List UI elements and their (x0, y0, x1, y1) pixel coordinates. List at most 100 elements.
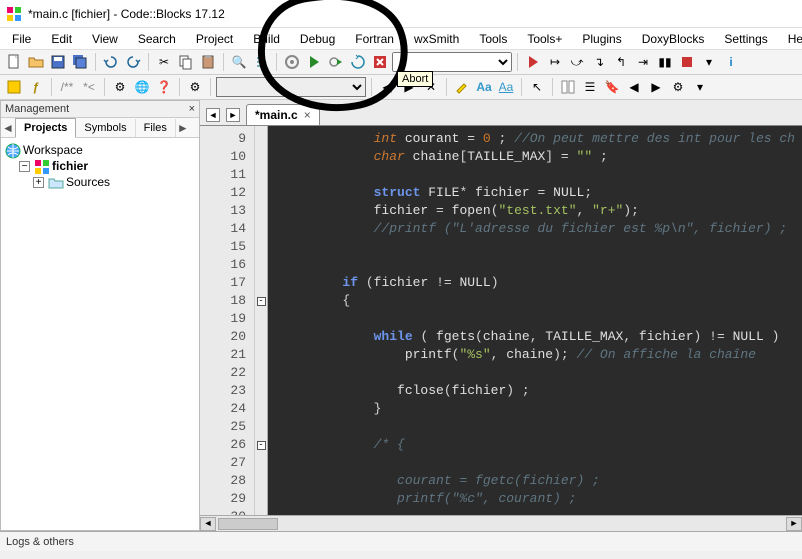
save-all-icon[interactable] (70, 52, 90, 72)
collapse-icon[interactable]: − (19, 161, 30, 172)
code-line[interactable]: /* { (280, 436, 802, 454)
code-line[interactable] (280, 454, 802, 472)
code-line[interactable]: int courant = 0 ; //On peut mettre des i… (280, 130, 802, 148)
more-icon[interactable]: ▾ (690, 77, 710, 97)
doxy-comment-end-icon[interactable]: *< (79, 77, 99, 97)
menu-debug[interactable]: Debug (292, 30, 343, 48)
scroll-right-icon[interactable]: ► (786, 517, 802, 531)
copy-icon[interactable] (176, 52, 196, 72)
build-icon[interactable] (282, 52, 302, 72)
code-line[interactable] (280, 364, 802, 382)
next-instr-icon[interactable]: ⇥ (633, 52, 653, 72)
tabs-left-arrow-icon[interactable]: ◄ (1, 121, 15, 135)
management-close-icon[interactable]: × (189, 103, 195, 115)
step-into-icon[interactable]: ↴ (589, 52, 609, 72)
tree-folder-sources[interactable]: + Sources (5, 174, 195, 190)
fold-toggle-icon[interactable]: - (257, 441, 266, 450)
menu-wxsmith[interactable]: wxSmith (406, 30, 467, 48)
tree-project[interactable]: − fichier (5, 158, 195, 174)
break-icon[interactable]: ▮▮ (655, 52, 675, 72)
paste-icon[interactable] (198, 52, 218, 72)
menu-plugins[interactable]: Plugins (574, 30, 629, 48)
config-icon[interactable]: ⚙ (668, 77, 688, 97)
code-line[interactable] (280, 238, 802, 256)
list-icon[interactable]: ☰ (580, 77, 600, 97)
code-line[interactable]: //printf ("L'adresse du fichier est %p\n… (280, 220, 802, 238)
code-content[interactable]: int courant = 0 ; //On peut mettre des i… (268, 126, 802, 515)
code-line[interactable]: fclose(fichier) ; (280, 382, 802, 400)
debug-windows-icon[interactable]: ▾ (699, 52, 719, 72)
menu-project[interactable]: Project (188, 30, 241, 48)
code-editor[interactable]: 9101112131415161718192021222324252627282… (200, 126, 802, 515)
rebuild-icon[interactable] (348, 52, 368, 72)
build-target-select[interactable] (392, 52, 512, 72)
editor-horizontal-scrollbar[interactable]: ◄ ► (200, 515, 802, 531)
menu-help[interactable]: Help (780, 30, 802, 48)
tab-symbols[interactable]: Symbols (76, 119, 135, 137)
bookmark-prev-icon[interactable]: ◀ (624, 77, 644, 97)
text-match-icon[interactable]: Aa (496, 77, 516, 97)
bookmark-next-icon[interactable]: ▶ (646, 77, 666, 97)
code-line[interactable] (280, 418, 802, 436)
stop-debug-icon[interactable] (677, 52, 697, 72)
code-line[interactable]: while ( fgets(chaine, TAILLE_MAX, fichie… (280, 328, 802, 346)
highlight-icon[interactable] (452, 77, 472, 97)
fold-toggle-icon[interactable]: - (257, 297, 266, 306)
tree-workspace[interactable]: Workspace (5, 142, 195, 158)
code-line[interactable] (280, 310, 802, 328)
doxy-run-icon[interactable]: ⚙ (110, 77, 130, 97)
cut-icon[interactable]: ✂ (154, 52, 174, 72)
diff-icon[interactable] (558, 77, 578, 97)
doxy-html-icon[interactable]: 🌐 (132, 77, 152, 97)
run-icon[interactable] (304, 52, 324, 72)
save-icon[interactable] (48, 52, 68, 72)
code-line[interactable]: printf("%c", courant) ; (280, 490, 802, 508)
editor-tab-main-c[interactable]: *main.c × (246, 104, 320, 125)
code-line[interactable]: printf("%s", chaine); // On affiche la c… (280, 346, 802, 364)
menu-settings[interactable]: Settings (716, 30, 775, 48)
step-over-icon[interactable]: ⤻ (567, 52, 587, 72)
code-line[interactable]: } (280, 400, 802, 418)
code-line[interactable] (280, 508, 802, 515)
menu-search[interactable]: Search (130, 30, 184, 48)
menu-doxyblocks[interactable]: DoxyBlocks (634, 30, 713, 48)
open-icon[interactable] (26, 52, 46, 72)
doxy-chm-icon[interactable]: ❓ (154, 77, 174, 97)
undo-icon[interactable] (101, 52, 121, 72)
find-icon[interactable]: 🔍 (229, 52, 249, 72)
scope-select[interactable] (216, 77, 366, 97)
select-tool-icon[interactable]: ↖ (527, 77, 547, 97)
tab-files[interactable]: Files (136, 119, 176, 137)
scroll-thumb[interactable] (218, 518, 278, 530)
bookmark-toggle-icon[interactable]: 🔖 (602, 77, 622, 97)
debug-run-icon[interactable] (523, 52, 543, 72)
code-line[interactable]: if (fichier != NULL) (280, 274, 802, 292)
doxy-block-icon[interactable] (4, 77, 24, 97)
fold-gutter[interactable]: -- (254, 126, 268, 515)
tabs-right-arrow-icon[interactable]: ► (176, 121, 190, 135)
code-line[interactable] (280, 166, 802, 184)
run-to-cursor-icon[interactable]: ↦ (545, 52, 565, 72)
doxy-func-icon[interactable]: ƒ (26, 77, 46, 97)
replace-icon[interactable] (251, 52, 271, 72)
editor-tab-close-icon[interactable]: × (304, 108, 311, 122)
menu-file[interactable]: File (4, 30, 39, 48)
code-line[interactable]: struct FILE* fichier = NULL; (280, 184, 802, 202)
code-line[interactable] (280, 256, 802, 274)
scroll-left-icon[interactable]: ◄ (200, 517, 216, 531)
menu-toolsplus[interactable]: Tools+ (519, 30, 570, 48)
code-line[interactable]: fichier = fopen("test.txt", "r+"); (280, 202, 802, 220)
build-run-icon[interactable] (326, 52, 346, 72)
code-line[interactable]: courant = fgetc(fichier) ; (280, 472, 802, 490)
editor-tab-prev-icon[interactable]: ◄ (206, 108, 220, 122)
menu-fortran[interactable]: Fortran (347, 30, 402, 48)
project-tree[interactable]: Workspace − fichier + Sources (1, 138, 199, 530)
prev-icon[interactable]: ◀ (377, 77, 397, 97)
logs-panel-header[interactable]: Logs & others (0, 531, 802, 551)
expand-icon[interactable]: + (33, 177, 44, 188)
menu-tools[interactable]: Tools (471, 30, 515, 48)
code-line[interactable]: char chaine[TAILLE_MAX] = "" ; (280, 148, 802, 166)
info-icon[interactable]: i (721, 52, 741, 72)
menu-view[interactable]: View (84, 30, 126, 48)
menu-edit[interactable]: Edit (43, 30, 80, 48)
